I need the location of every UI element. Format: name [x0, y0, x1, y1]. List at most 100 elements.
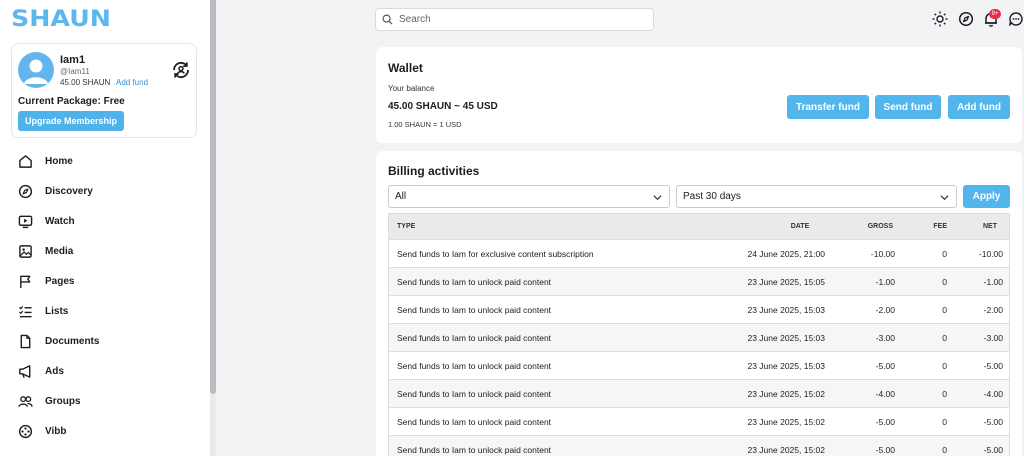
row-fee: 0 — [942, 388, 947, 399]
discover-compass-icon[interactable] — [958, 11, 974, 27]
table-header: TYPE DATE GROSS FEE NET — [389, 214, 1009, 240]
sidebar-item-pages[interactable]: Pages — [0, 266, 210, 296]
period-filter-value: Past 30 days — [683, 191, 741, 202]
megaphone-icon — [19, 364, 31, 378]
row-net: -3.00 — [983, 332, 1003, 343]
row-fee: 0 — [942, 360, 947, 371]
switch-account-icon[interactable] — [171, 60, 191, 80]
table-row: Send funds to Iam to unlock paid content… — [389, 380, 1009, 408]
row-fee: 0 — [942, 444, 947, 455]
column-fee: FEE — [933, 223, 947, 230]
send-fund-button[interactable]: Send fund — [875, 95, 941, 119]
sidebar-item-label: Home — [45, 155, 73, 167]
row-fee: 0 — [942, 276, 947, 287]
column-net: NET — [983, 223, 997, 230]
search-input[interactable] — [399, 14, 639, 25]
sidebar-item-groups[interactable]: Groups — [0, 386, 210, 416]
row-type: Send funds to Iam to unlock paid content — [397, 388, 552, 399]
logo[interactable]: SHAUN — [11, 8, 111, 32]
profile-card: Iam1 @Iam11 45.00 SHAUN Add fund Current… — [11, 43, 197, 138]
upgrade-membership-button[interactable]: Upgrade Membership — [18, 111, 124, 131]
row-net: -5.00 — [983, 444, 1003, 455]
chat-icon[interactable] — [1008, 11, 1024, 27]
row-type: Send funds to Iam to unlock paid content — [397, 276, 552, 287]
film-reel-icon — [18, 424, 33, 438]
sidebar-item-label: Lists — [45, 305, 69, 317]
theme-toggle-icon[interactable] — [932, 11, 948, 27]
sidebar-item-label: Ads — [45, 365, 64, 377]
row-net: -5.00 — [983, 416, 1003, 427]
table-row: Send funds to Iam to unlock paid content… — [389, 408, 1009, 436]
type-filter-value: All — [395, 191, 407, 202]
row-type: Send funds to Iam to unlock paid content — [397, 332, 552, 343]
sidebar: SHAUN Iam1 @Iam11 45.00 SHAUN Add fund C… — [0, 0, 210, 456]
row-date: 23 June 2025, 15:05 — [747, 276, 825, 287]
sidebar-item-label: Documents — [45, 335, 100, 347]
sidebar-item-documents[interactable]: Documents — [0, 326, 210, 356]
sidebar-item-home[interactable]: Home — [0, 146, 210, 176]
profile-name[interactable]: Iam1 — [60, 54, 85, 66]
watch-icon — [18, 215, 33, 228]
row-gross: -5.00 — [875, 444, 895, 455]
row-date: 23 June 2025, 15:03 — [747, 332, 825, 343]
table-row: Send funds to Iam to unlock paid content… — [389, 352, 1009, 380]
row-net: -2.00 — [983, 304, 1003, 315]
row-date: 23 June 2025, 15:02 — [747, 416, 825, 427]
balance-label: Your balance — [388, 84, 435, 93]
wallet-card: Wallet Your balance 45.00 SHAUN ~ 45 USD… — [376, 47, 1022, 143]
avatar[interactable] — [18, 52, 54, 88]
table-row: Send funds to Iam to unlock paid content… — [389, 324, 1009, 352]
row-net: -1.00 — [983, 276, 1003, 287]
column-gross: GROSS — [867, 223, 893, 230]
row-date: 23 June 2025, 15:02 — [747, 444, 825, 455]
row-net: -4.00 — [983, 388, 1003, 399]
sidebar-item-label: Discovery — [45, 185, 93, 197]
row-type: Send funds to Iam to unlock paid content — [397, 304, 552, 315]
row-fee: 0 — [942, 416, 947, 427]
row-date: 23 June 2025, 15:03 — [747, 360, 825, 371]
table-row: Send funds to Iam to unlock paid content… — [389, 268, 1009, 296]
column-date: DATE — [790, 223, 810, 230]
document-icon — [20, 334, 31, 348]
row-date: 24 June 2025, 21:00 — [747, 248, 825, 259]
profile-balance: 45.00 SHAUN — [60, 78, 111, 87]
sidebar-item-label: Vibb — [45, 425, 67, 437]
apply-button[interactable]: Apply — [963, 185, 1010, 208]
row-date: 23 June 2025, 15:03 — [747, 304, 825, 315]
list-icon — [18, 305, 32, 317]
add-fund-link[interactable]: Add fund — [116, 78, 148, 87]
sidebar-item-vibb[interactable]: Vibb — [0, 416, 210, 446]
row-gross: -5.00 — [875, 360, 895, 371]
row-type: Send funds to Iam to unlock paid content — [397, 444, 552, 455]
period-filter-select[interactable]: Past 30 days — [676, 185, 957, 208]
row-net: -10.00 — [978, 248, 1003, 259]
compass-icon — [18, 184, 33, 198]
sidebar-item-watch[interactable]: Watch — [0, 206, 210, 236]
column-type: TYPE — [397, 223, 416, 230]
sidebar-item-media[interactable]: Media — [0, 236, 210, 266]
sidebar-item-discovery[interactable]: Discovery — [0, 176, 210, 206]
sidebar-item-ads[interactable]: Ads — [0, 356, 210, 386]
flag-icon — [20, 275, 31, 288]
row-type: Send funds to Iam to unlock paid content — [397, 360, 552, 371]
chevron-down-icon — [940, 195, 949, 201]
sidebar-nav: Home Discovery Watch Media Pages Lists D… — [0, 146, 210, 446]
row-gross: -5.00 — [875, 416, 895, 427]
search-box[interactable] — [375, 8, 654, 31]
row-fee: 0 — [942, 304, 947, 315]
add-fund-button[interactable]: Add fund — [948, 95, 1010, 119]
scrollbar-thumb[interactable] — [210, 0, 216, 394]
exchange-rate: 1.00 SHAUN = 1 USD — [388, 120, 462, 129]
row-gross: -3.00 — [875, 332, 895, 343]
sidebar-item-label: Media — [45, 245, 74, 257]
search-icon — [382, 14, 393, 25]
row-gross: -10.00 — [870, 248, 895, 259]
profile-handle: @Iam11 — [60, 67, 90, 76]
row-fee: 0 — [942, 248, 947, 259]
sidebar-scrollbar[interactable] — [210, 0, 216, 456]
transfer-fund-button[interactable]: Transfer fund — [787, 95, 869, 119]
sidebar-item-lists[interactable]: Lists — [0, 296, 210, 326]
home-icon — [19, 154, 32, 168]
row-type: Send funds to Iam for exclusive content … — [397, 248, 594, 259]
type-filter-select[interactable]: All — [388, 185, 670, 208]
